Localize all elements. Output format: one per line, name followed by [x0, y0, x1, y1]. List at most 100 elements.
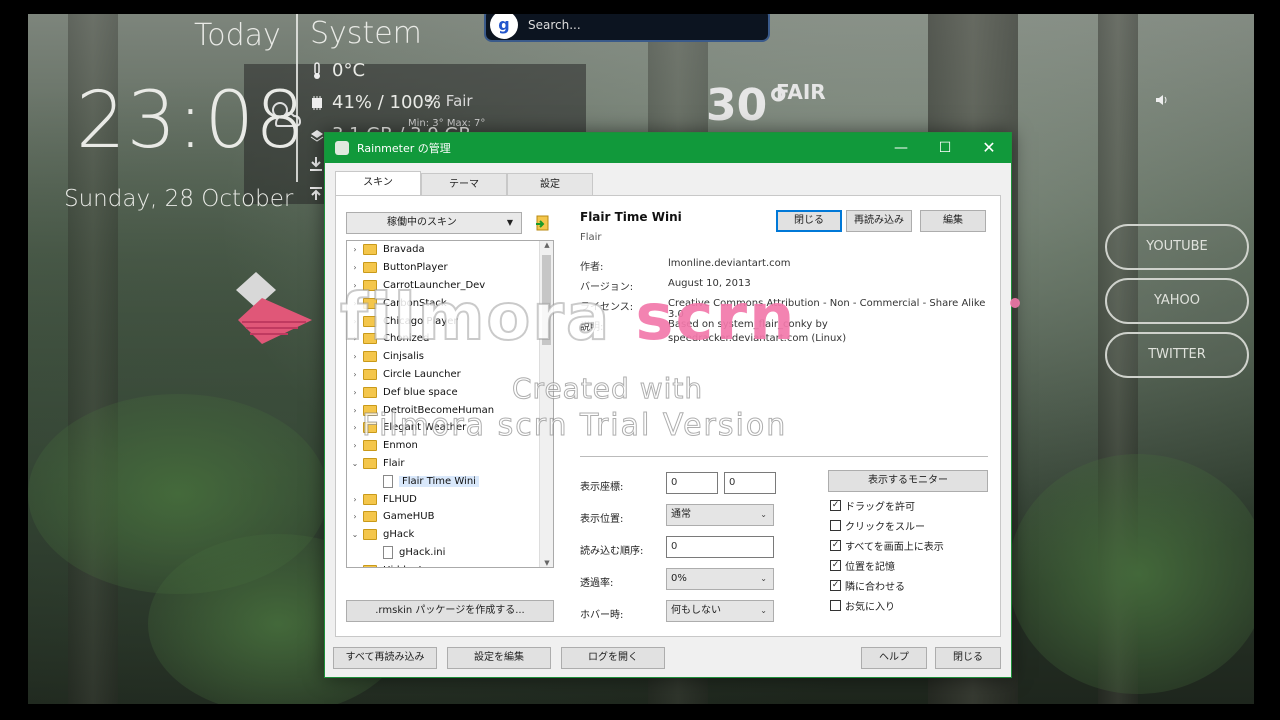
tree-expander-icon[interactable]: ›: [347, 441, 363, 450]
close-dialog-button[interactable]: 閉じる: [935, 647, 1001, 669]
rainmeter-manage-dialog: Rainmeter の管理 — ☐ ✕ スキン テーマ 設定 稼働中のスキン ▼…: [324, 132, 1012, 678]
checkbox-label: すべてを画面上に表示: [845, 542, 944, 553]
youtube-link[interactable]: YOUTUBE: [1105, 224, 1249, 270]
tree-item[interactable]: › HiddenIcons: [347, 561, 553, 567]
checkmark-icon[interactable]: ✓: [830, 500, 841, 511]
checkbox-label: 位置を記憶: [845, 562, 895, 573]
checkbox-label: ドラッグを許可: [845, 502, 915, 513]
fern: [1008, 454, 1254, 694]
tab-bar: スキン テーマ 設定: [335, 171, 593, 195]
watermark-brand-1: filmora: [339, 281, 612, 355]
folder-icon: [363, 262, 377, 274]
tree-expander-icon[interactable]: ›: [347, 370, 363, 379]
tree-item[interactable]: ⌄ Flair: [347, 455, 553, 473]
option-checkbox[interactable]: クリックをスルー: [830, 518, 925, 533]
tab-skins[interactable]: スキン: [335, 171, 421, 195]
tree-expander-icon[interactable]: ⌄: [347, 530, 363, 539]
dropdown-arrow-icon: ▼: [506, 218, 513, 227]
watermark-dot: [1010, 298, 1020, 308]
tree-item[interactable]: gHack.ini: [347, 544, 553, 562]
checkmark-icon[interactable]: ✓: [830, 560, 841, 571]
today-label: Today: [194, 18, 281, 53]
watermark-trial: Filmora scrn Trial Version: [361, 408, 788, 444]
widget-divider: [296, 14, 298, 182]
position-label: 表示位置:: [580, 514, 624, 525]
reload-skin-button[interactable]: 再読み込み: [846, 210, 912, 232]
tree-expander-icon[interactable]: ›: [347, 566, 363, 567]
tree-item-label: Bravada: [383, 244, 425, 256]
tree-item-label: ButtonPlayer: [383, 262, 448, 274]
coord-x-input[interactable]: 0: [666, 472, 718, 494]
transparency-value: 0%: [671, 573, 687, 584]
tree-item-label: gHack.ini: [399, 546, 446, 558]
speaker-icon[interactable]: [1154, 92, 1170, 108]
close-window-button[interactable]: ✕: [967, 133, 1011, 163]
scroll-down-icon[interactable]: ▼: [540, 559, 553, 567]
search-widget[interactable]: g Search...: [484, 14, 770, 42]
tree-expander-icon[interactable]: ›: [347, 512, 363, 521]
download-icon: [310, 157, 322, 171]
tab-settings[interactable]: 設定: [507, 173, 593, 195]
option-checkbox[interactable]: お気に入り: [830, 598, 895, 613]
coord-y-input[interactable]: 0: [724, 472, 776, 494]
cpu-row: 41% / 100%: [310, 92, 441, 113]
checkbox-icon[interactable]: [830, 600, 841, 611]
edit-settings-button[interactable]: 設定を編集: [447, 647, 551, 669]
tree-expander-icon[interactable]: ›: [347, 423, 363, 432]
author-value: lmonline.deviantart.com: [668, 258, 791, 269]
option-checkbox[interactable]: ✓ 位置を記憶: [830, 558, 895, 573]
folder-icon: [363, 457, 377, 469]
load-order-input[interactable]: 0: [666, 536, 774, 558]
option-checkbox[interactable]: ✓ 隣に合わせる: [830, 578, 905, 593]
thermometer-icon: [314, 61, 320, 79]
checkbox-icon[interactable]: [830, 520, 841, 531]
tree-expander-icon[interactable]: ›: [347, 245, 363, 254]
scroll-up-icon[interactable]: ▲: [540, 241, 553, 249]
temperature-value: 0°C: [332, 60, 366, 81]
tree-item[interactable]: › Bravada: [347, 241, 553, 259]
yahoo-link[interactable]: YAHOO: [1105, 278, 1249, 324]
option-checkbox[interactable]: ✓ すべてを画面上に表示: [830, 538, 944, 553]
minimize-button[interactable]: —: [879, 133, 923, 163]
tree-expander-icon[interactable]: ›: [347, 263, 363, 272]
tree-item[interactable]: ⌄ gHack: [347, 526, 553, 544]
open-log-button[interactable]: ログを開く: [561, 647, 665, 669]
option-checkbox[interactable]: ✓ ドラッグを許可: [830, 498, 915, 513]
edit-skin-button[interactable]: 編集: [920, 210, 986, 232]
tree-item-label: gHack: [383, 529, 415, 541]
tree-item-label: HiddenIcons: [383, 565, 445, 567]
dialog-titlebar[interactable]: Rainmeter の管理 — ☐ ✕: [325, 133, 1011, 163]
checkmark-icon[interactable]: ✓: [830, 580, 841, 591]
transparency-select[interactable]: 0% ⌄: [666, 568, 774, 590]
tree-expander-icon[interactable]: ⌄: [347, 459, 363, 468]
create-rmskin-button[interactable]: .rmskin パッケージを作成する...: [346, 600, 554, 622]
clock-time: 23:08: [76, 76, 306, 166]
hover-value: 何もしない: [671, 605, 721, 616]
display-monitor-button[interactable]: 表示するモニター: [828, 470, 988, 492]
unload-skin-button[interactable]: 閉じる: [776, 210, 842, 232]
refresh-all-button[interactable]: すべて再読み込み: [333, 647, 437, 669]
memory-icon: [310, 129, 324, 142]
tab-themes[interactable]: テーマ: [421, 173, 507, 195]
search-input[interactable]: Search...: [528, 18, 581, 32]
help-button[interactable]: ヘルプ: [861, 647, 927, 669]
twitter-link[interactable]: TWITTER: [1105, 332, 1249, 378]
load-order-label: 読み込む順序:: [580, 546, 644, 557]
folder-icon: [363, 386, 377, 398]
clock-date: Sunday, 28 October: [64, 186, 294, 212]
watermark-brand-2: scrn: [635, 281, 797, 355]
watermark-brand: filmora scrn: [339, 281, 797, 355]
tree-item[interactable]: Flair Time Wini: [347, 472, 553, 490]
active-skins-dropdown[interactable]: 稼働中のスキン ▼: [346, 212, 522, 234]
tree-expander-icon[interactable]: ›: [347, 388, 363, 397]
maximize-button[interactable]: ☐: [923, 133, 967, 163]
tree-item[interactable]: › GameHUB: [347, 508, 553, 526]
add-skin-icon[interactable]: [534, 214, 550, 232]
checkmark-icon[interactable]: ✓: [830, 540, 841, 551]
tree-item[interactable]: › FLHUD: [347, 490, 553, 508]
hover-select[interactable]: 何もしない ⌄: [666, 600, 774, 622]
tree-expander-icon[interactable]: ›: [347, 406, 363, 415]
tree-item[interactable]: › ButtonPlayer: [347, 259, 553, 277]
position-select[interactable]: 通常 ⌄: [666, 504, 774, 526]
tree-expander-icon[interactable]: ›: [347, 495, 363, 504]
